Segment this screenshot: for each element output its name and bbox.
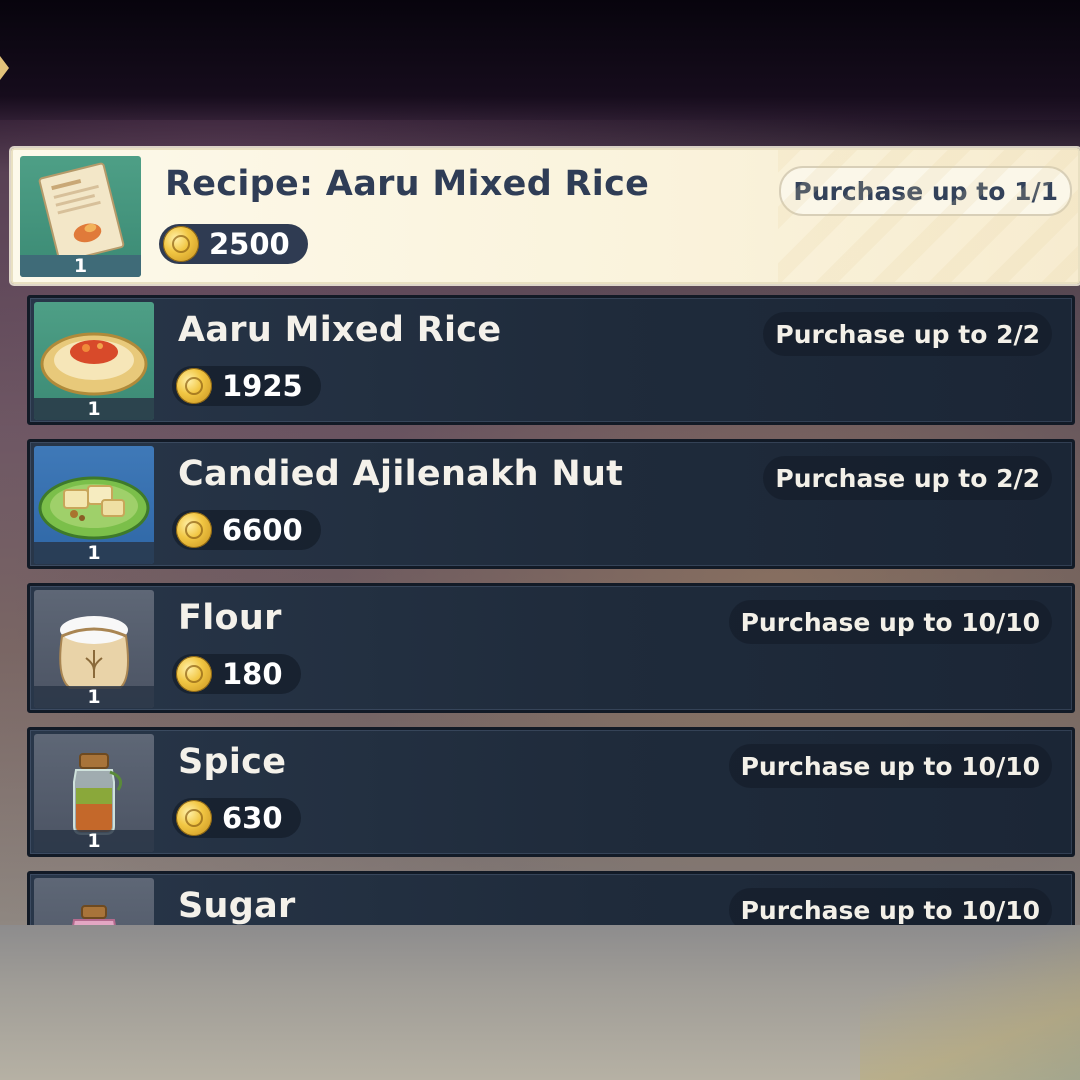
shop-item-candied-ajilenakh-nut[interactable]: 1 Candied Ajilenakh Nut 6600 Purchase up… bbox=[27, 439, 1075, 569]
item-name: Candied Ajilenakh Nut bbox=[178, 454, 624, 494]
item-name: Aaru Mixed Rice bbox=[178, 310, 502, 350]
mora-coin-icon bbox=[176, 368, 212, 404]
item-quantity: 1 bbox=[34, 542, 154, 564]
item-price: 2500 bbox=[159, 224, 308, 264]
mora-coin-icon bbox=[176, 800, 212, 836]
item-thumbnail: 1 bbox=[34, 590, 154, 708]
item-price: 180 bbox=[172, 654, 301, 694]
price-value: 630 bbox=[222, 801, 283, 835]
price-value: 6600 bbox=[222, 513, 303, 547]
item-thumbnail bbox=[34, 878, 154, 925]
item-name: Flour bbox=[178, 598, 282, 638]
purchase-limit-badge: Purchase up to 2/2 bbox=[763, 456, 1052, 500]
price-value: 180 bbox=[222, 657, 283, 691]
purchase-limit-badge: Purchase up to 2/2 bbox=[763, 312, 1052, 356]
background-floor bbox=[0, 925, 1080, 1080]
shop-item-aaru-mixed-rice[interactable]: 1 Aaru Mixed Rice 1925 Purchase up to 2/… bbox=[27, 295, 1075, 425]
item-quantity: 1 bbox=[34, 830, 154, 852]
item-price: 6600 bbox=[172, 510, 321, 550]
item-price: 1925 bbox=[172, 366, 321, 406]
sugar-jar-icon bbox=[72, 905, 116, 925]
item-thumbnail: 1 bbox=[34, 302, 154, 420]
item-quantity: 1 bbox=[20, 255, 141, 277]
shop-item-sugar[interactable]: Sugar Purchase up to 10/10 bbox=[27, 871, 1075, 925]
purchase-limit-badge: Purchase up to 10/10 bbox=[728, 600, 1052, 644]
item-name: Sugar bbox=[178, 886, 296, 925]
recipe-thumbnail: 1 bbox=[20, 156, 141, 277]
shop-item-flour[interactable]: 1 Flour 180 Purchase up to 10/10 bbox=[27, 583, 1075, 713]
item-quantity: 1 bbox=[34, 686, 154, 708]
shop-item-spice[interactable]: 1 Spice 630 Purchase up to 10/10 bbox=[27, 727, 1075, 857]
mora-coin-icon bbox=[163, 226, 199, 262]
item-name: Recipe: Aaru Mixed Rice bbox=[165, 164, 650, 204]
price-value: 2500 bbox=[209, 227, 290, 261]
shop-item-recipe-aaru-mixed-rice[interactable]: 1 Recipe: Aaru Mixed Rice 2500 Purchase … bbox=[11, 148, 1080, 284]
shop-item-list[interactable]: 1 Recipe: Aaru Mixed Rice 2500 Purchase … bbox=[0, 0, 1080, 925]
item-thumbnail: 1 bbox=[34, 734, 154, 852]
item-quantity: 1 bbox=[34, 398, 154, 420]
item-thumbnail: 1 bbox=[34, 446, 154, 564]
price-value: 1925 bbox=[222, 369, 303, 403]
purchase-limit-badge: Purchase up to 10/10 bbox=[728, 744, 1052, 788]
mora-coin-icon bbox=[176, 656, 212, 692]
item-price: 630 bbox=[172, 798, 301, 838]
mora-coin-icon bbox=[176, 512, 212, 548]
purchase-limit-badge: Purchase up to 10/10 bbox=[728, 888, 1052, 925]
item-name: Spice bbox=[178, 742, 287, 782]
purchase-limit-badge: Purchase up to 1/1 bbox=[779, 166, 1072, 216]
